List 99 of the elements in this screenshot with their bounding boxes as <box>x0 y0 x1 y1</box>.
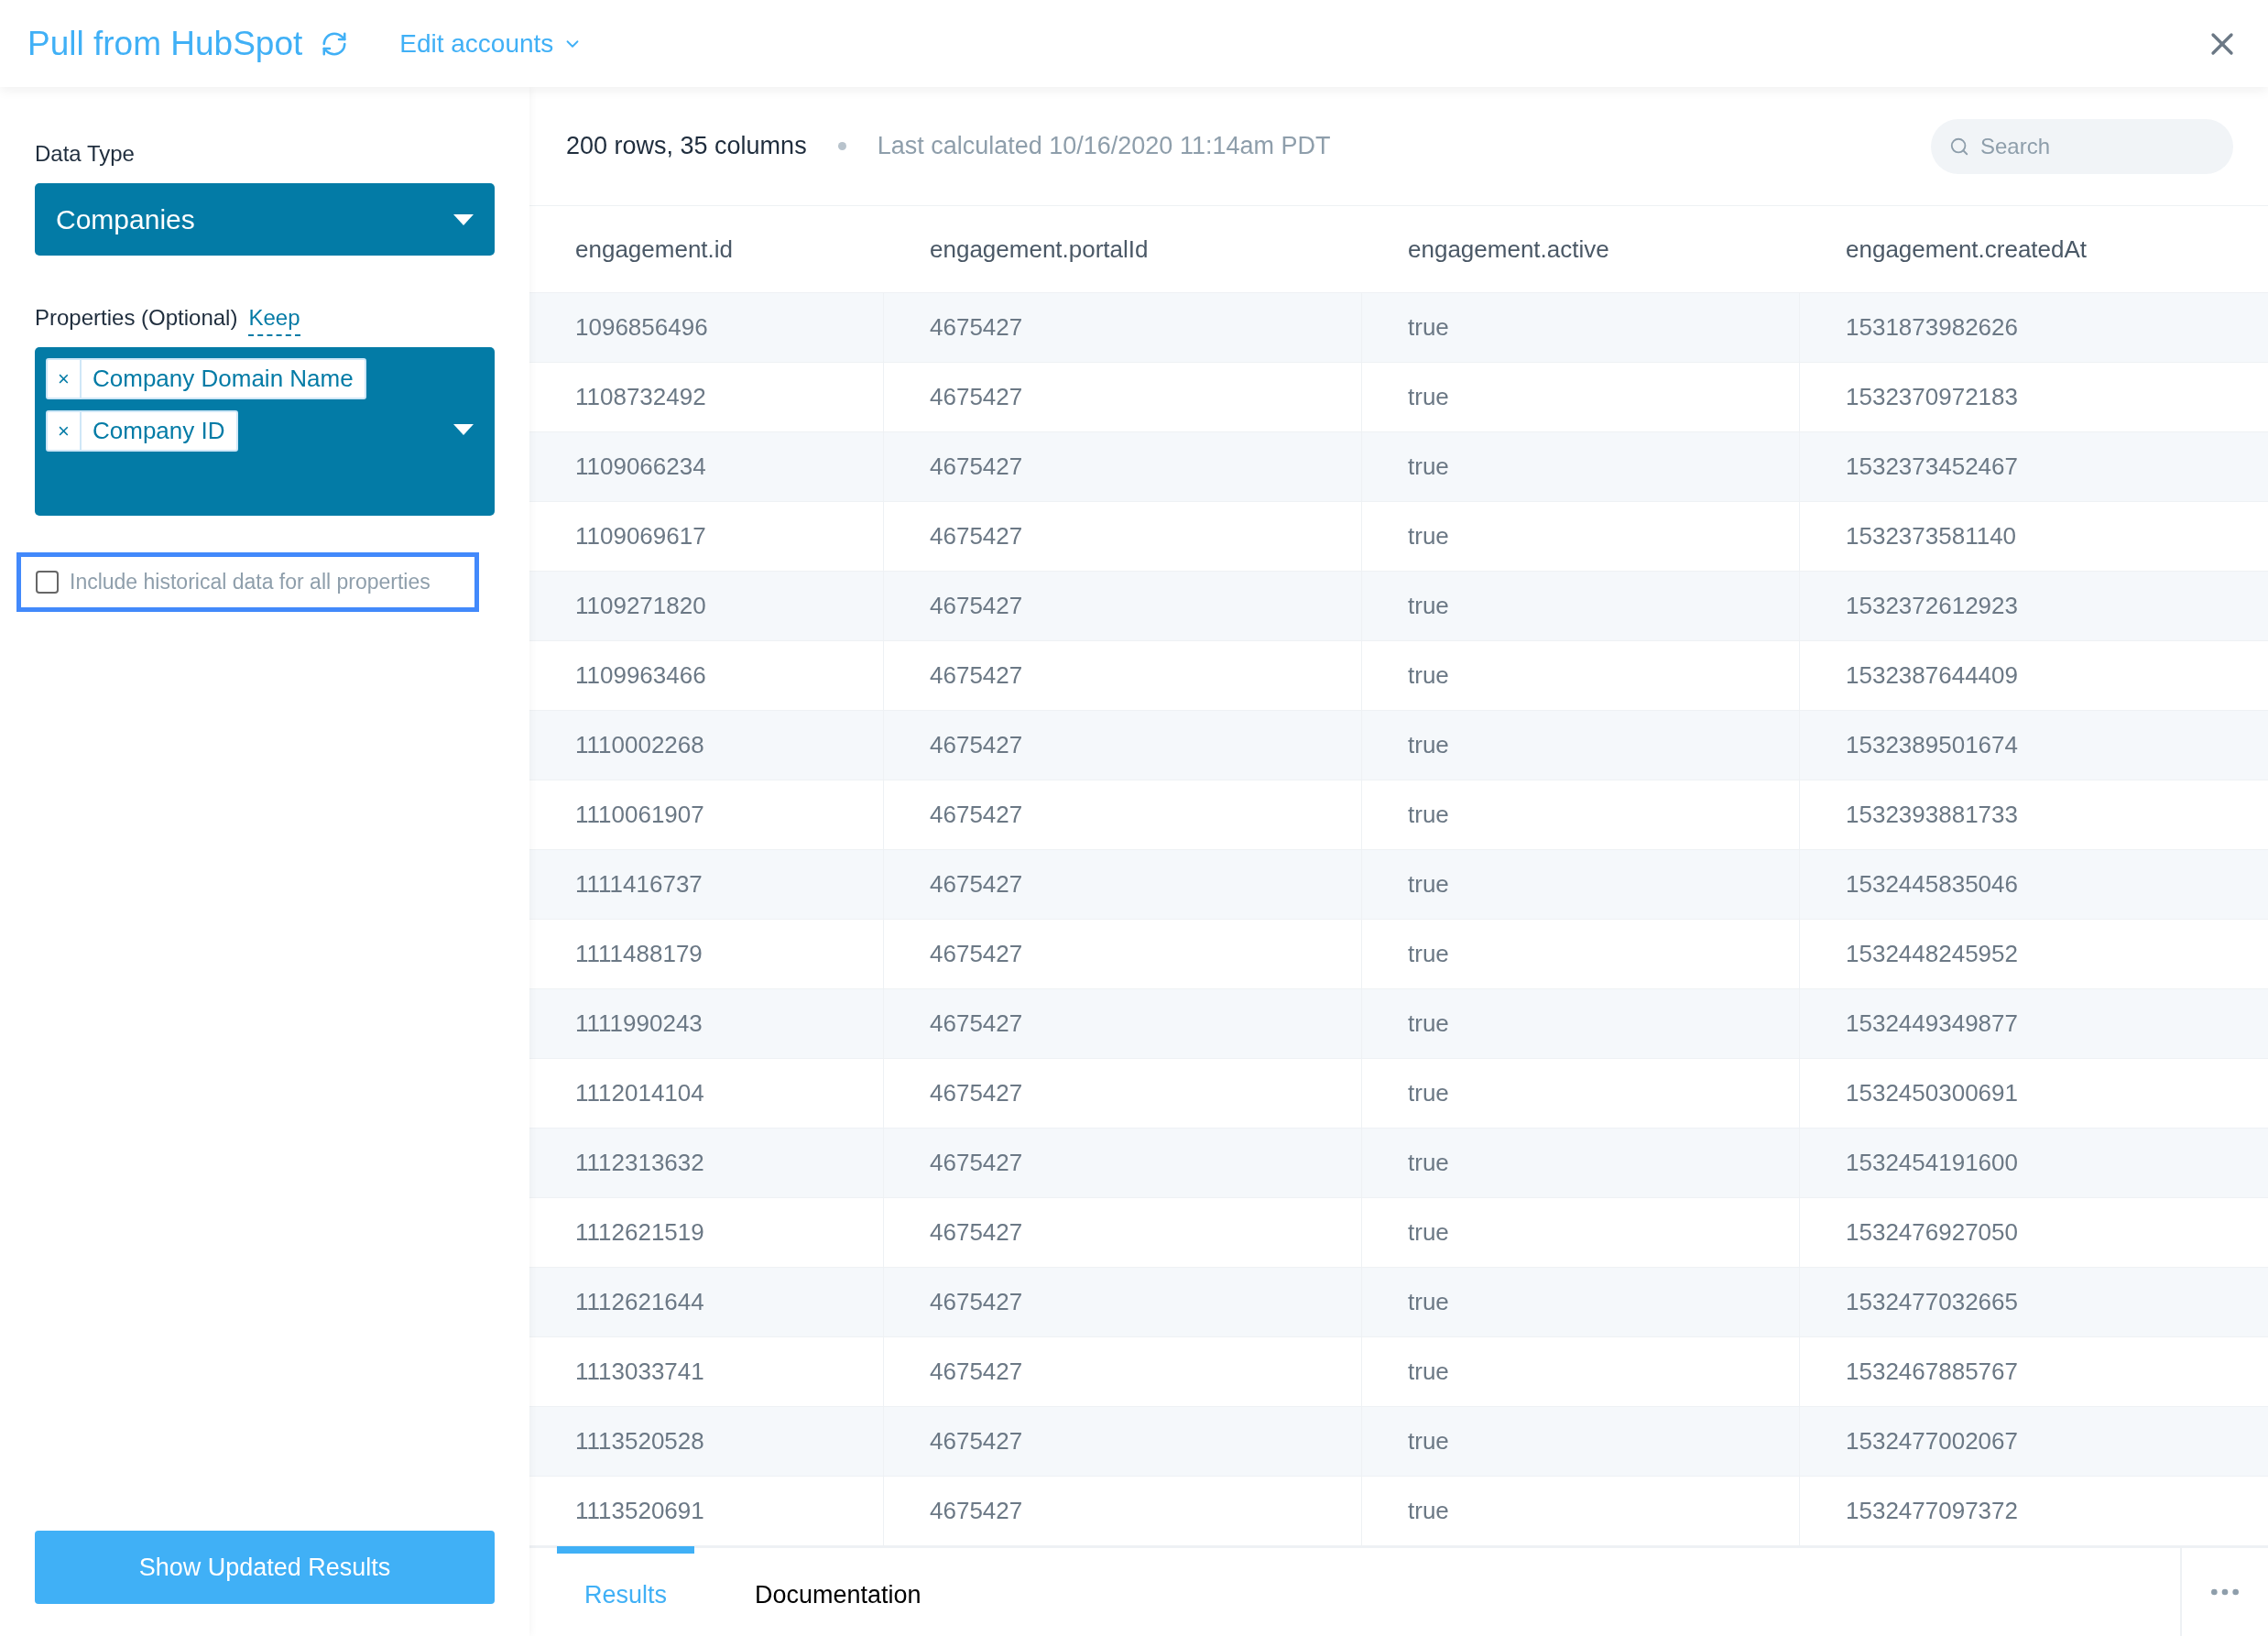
table-cell-text: true <box>1408 1287 1449 1317</box>
table-cell-text: 4675427 <box>930 1148 1023 1178</box>
table-cell-text: 1532467885767 <box>1846 1357 2018 1387</box>
table-cell-text: true <box>1408 660 1449 691</box>
table-cell-text: true <box>1408 730 1449 760</box>
table-cell-text: 1532454191600 <box>1846 1148 2018 1178</box>
field-label: Data Type <box>35 140 136 168</box>
table-cell-text: 1110002268 <box>575 730 704 760</box>
table-cell-text: 4675427 <box>930 1009 1023 1039</box>
edit-accounts-menu[interactable]: Edit accounts <box>399 24 583 63</box>
tab[interactable]: Documentation <box>727 1546 949 1636</box>
search-field[interactable]: Search <box>1931 118 2233 174</box>
table-cell-text: 1532393881733 <box>1846 800 2018 830</box>
caret-icon <box>453 424 474 435</box>
caret-icon <box>453 213 474 225</box>
table-cell-text: 1109271820 <box>575 591 706 621</box>
table-cell-text: 4675427 <box>930 869 1023 900</box>
table-cell-text: 1109066234 <box>575 452 706 482</box>
checkbox-label: Include historical data for all properties <box>70 569 431 596</box>
table-cell-text: 1532372612923 <box>1846 591 2018 621</box>
remove-tag-button[interactable]: × <box>48 412 82 450</box>
table-cell-text: 1532477097372 <box>1846 1496 2018 1526</box>
table-cell-text: 1532450300691 <box>1846 1078 2018 1108</box>
remove-tag-button[interactable]: × <box>48 360 82 398</box>
field-label: Properties (Optional) <box>35 304 238 332</box>
table-cell-text: 4675427 <box>930 800 1023 830</box>
checkbox[interactable] <box>36 571 59 594</box>
table-cell-text: 4675427 <box>930 591 1023 621</box>
table-cell-text: true <box>1408 521 1449 551</box>
table-cell-text: true <box>1408 939 1449 969</box>
column-header[interactable]: engagement.id <box>575 234 734 263</box>
table-cell-text: 1532373581140 <box>1846 521 2017 551</box>
table-cell-text: 1531873982626 <box>1846 312 2018 343</box>
table-cell-text: true <box>1408 1217 1449 1248</box>
table-cell-text: 1532370972183 <box>1846 382 2018 412</box>
historical-data-option[interactable]: Include historical data for all properties <box>16 552 479 612</box>
table-cell-text: 1109963466 <box>575 660 706 691</box>
table-cell-text: true <box>1408 869 1449 900</box>
tag-label: Company ID <box>92 416 226 446</box>
table-cell-text: 4675427 <box>930 1078 1023 1108</box>
table-cell-text: 4675427 <box>930 452 1023 482</box>
search-icon <box>1949 136 1969 157</box>
table-cell-text: 4675427 <box>930 312 1023 343</box>
table-cell-text: 1110061907 <box>575 800 704 830</box>
table-cell-text: 4675427 <box>930 1217 1023 1248</box>
table-cell-text: 4675427 <box>930 382 1023 412</box>
row-column-count: 200 rows, 35 columns <box>566 131 807 162</box>
table-cell-text: true <box>1408 800 1449 830</box>
table-cell-text: 1109069617 <box>575 521 706 551</box>
table-cell-text: 1096856496 <box>575 312 708 343</box>
table-cell-text: 4675427 <box>930 1426 1023 1456</box>
table-cell-text: 4675427 <box>930 521 1023 551</box>
table-cell-text: 1111990243 <box>575 1009 703 1039</box>
table-cell-text: true <box>1408 1426 1449 1456</box>
table-cell-text: 1532448245952 <box>1846 939 2018 969</box>
table-cell-text: 1532477032665 <box>1846 1287 2018 1317</box>
properties-multiselect[interactable]: × Company Domain Name × Company ID <box>35 347 495 516</box>
table-cell-text: 1532445835046 <box>1846 869 2018 900</box>
table-cell-text: true <box>1408 1009 1449 1039</box>
table-cell-text: true <box>1408 1078 1449 1108</box>
table-cell-text: 1113033741 <box>575 1357 704 1387</box>
show-results-button[interactable]: Show Updated Results <box>35 1531 495 1604</box>
table-cell-text: 1112621644 <box>575 1287 704 1317</box>
table-cell-text: true <box>1408 591 1449 621</box>
table-cell-text: 1111416737 <box>575 869 703 900</box>
table-cell-text: 4675427 <box>930 1496 1023 1526</box>
table-cell-text: 1532477002067 <box>1846 1426 2018 1456</box>
table-cell-text: true <box>1408 1496 1449 1526</box>
table-cell-text: 1113520528 <box>575 1426 704 1456</box>
table-cell-text: 1108732492 <box>575 382 706 412</box>
table-cell-text: 1532449349877 <box>1846 1009 2018 1039</box>
column-header[interactable]: engagement.portalId <box>930 234 1149 263</box>
table-cell-text: 4675427 <box>930 730 1023 760</box>
table-cell-text: 4675427 <box>930 1287 1023 1317</box>
table-cell-text: 1112621519 <box>575 1217 704 1248</box>
table-cell-text: true <box>1408 452 1449 482</box>
table-cell-text: 1532476927050 <box>1846 1217 2018 1248</box>
table-cell-text: 4675427 <box>930 660 1023 691</box>
table-cell-text: 1532389501674 <box>1846 730 2018 760</box>
table-cell-text: true <box>1408 382 1449 412</box>
table-cell-text: true <box>1408 1357 1449 1387</box>
column-header[interactable]: engagement.active <box>1408 234 1609 263</box>
table-cell-text: 1112014104 <box>575 1078 704 1108</box>
keep-link[interactable]: Keep <box>248 301 300 336</box>
page-title: Pull from HubSpot <box>27 23 303 64</box>
table-cell-text: 1532373452467 <box>1846 452 2018 482</box>
last-calculated-text: Last calculated 10/16/2020 11:14am PDT <box>877 131 1331 162</box>
column-header[interactable]: engagement.createdAt <box>1846 234 2088 263</box>
table-cell-text: 4675427 <box>930 939 1023 969</box>
table-cell-text: true <box>1408 312 1449 343</box>
table-cell-text: 1112313632 <box>575 1148 704 1178</box>
data-type-dropdown[interactable]: Companies <box>35 183 495 256</box>
table-cell-text: 1111488179 <box>575 939 703 969</box>
table-cell-text: 1532387644409 <box>1846 660 2018 691</box>
tag-label: Company Domain Name <box>92 364 354 394</box>
table-cell-text: 1113520691 <box>575 1496 704 1526</box>
table-cell-text: 4675427 <box>930 1357 1023 1387</box>
tab[interactable]: Results <box>557 1546 695 1636</box>
table-cell-text: true <box>1408 1148 1449 1178</box>
